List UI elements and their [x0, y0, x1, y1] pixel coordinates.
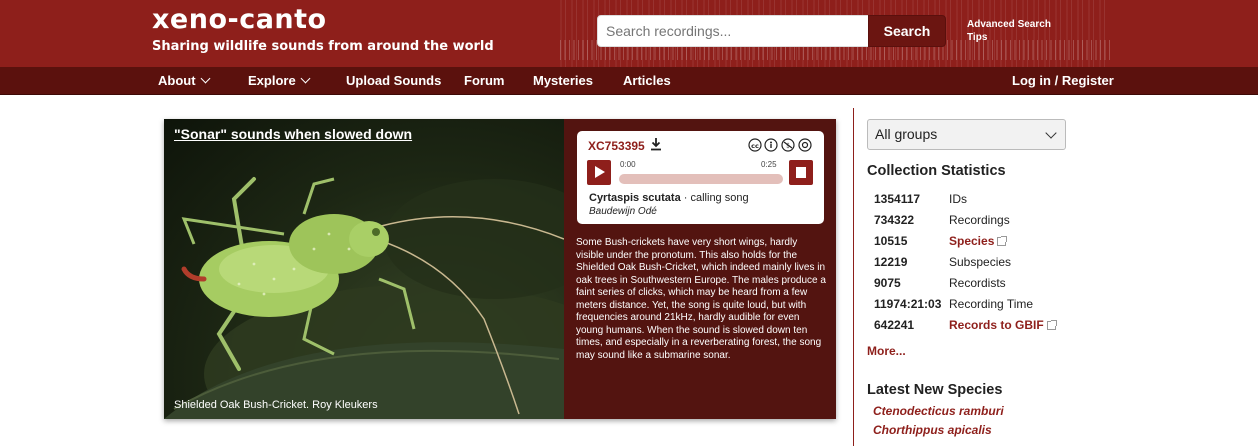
latest-species-heading: Latest New Species — [867, 382, 1003, 398]
species-name-link[interactable]: Cyrtaspis scutata — [589, 192, 681, 204]
nav-forum[interactable]: Forum — [464, 67, 504, 95]
progress-bar[interactable] — [619, 174, 783, 184]
stat-label: Subspecies — [949, 255, 1012, 269]
main-nav: About Explore Upload Sounds Forum Myster… — [0, 67, 1258, 95]
group-select-value: All groups — [875, 126, 938, 142]
stat-value: 642241 — [874, 318, 915, 332]
chevron-down-icon — [200, 73, 210, 84]
play-button[interactable] — [587, 160, 611, 185]
external-link-icon — [1046, 320, 1057, 330]
nav-upload-sounds[interactable]: Upload Sounds — [346, 67, 441, 95]
stats-heading: Collection Statistics — [867, 163, 1006, 179]
stat-label: Species — [949, 234, 995, 248]
feature-title[interactable]: "Sonar" sounds when slowed down — [174, 126, 412, 142]
species-stat-link[interactable]: Species — [949, 234, 1008, 248]
nav-login-register[interactable]: Log in / Register — [1012, 67, 1114, 95]
external-link-icon — [997, 236, 1008, 246]
chevron-down-icon — [1045, 127, 1057, 139]
species-line: Cyrtaspis scutata · calling song — [589, 192, 749, 204]
featured-recording: "Sonar" sounds when slowed down Shielded… — [164, 119, 836, 419]
svg-text:$: $ — [786, 143, 790, 150]
nav-mysteries[interactable]: Mysteries — [533, 67, 593, 95]
time-end: 0:25 — [761, 160, 777, 169]
photo-caption: Shielded Oak Bush-Cricket. Roy Kleukers — [174, 399, 378, 411]
gbif-stat-link[interactable]: Records to GBIF — [949, 318, 1057, 332]
stat-label: Records to GBIF — [949, 318, 1044, 332]
latest-species-link[interactable]: Ctenodecticus ramburi — [873, 404, 1004, 418]
nav-about[interactable]: About — [158, 67, 210, 95]
group-select[interactable]: All groups — [867, 119, 1066, 150]
svg-text:cc: cc — [751, 142, 759, 150]
nav-explore[interactable]: Explore — [248, 67, 311, 95]
stat-value: 1354117 — [874, 192, 921, 206]
recordist-name[interactable]: Baudewijn Odé — [589, 206, 657, 217]
stat-value: 9075 — [874, 276, 901, 290]
stat-label: Recordists — [949, 276, 1006, 290]
sidebar-divider — [853, 108, 854, 446]
site-tagline: Sharing wildlife sounds from around the … — [152, 39, 494, 54]
stat-value: 10515 — [874, 234, 908, 248]
stat-value: 734322 — [874, 213, 915, 227]
time-start: 0:00 — [620, 160, 636, 169]
audio-player: XC753395 cc $ 0:00 0:25 Cyrtaspis scutat… — [577, 131, 824, 224]
advanced-search-link[interactable]: Advanced Search — [967, 18, 1051, 31]
more-stats-link[interactable]: More... — [867, 344, 906, 358]
stat-label: Recordings — [949, 213, 1010, 227]
advanced-search-links: Advanced Search Tips — [967, 18, 1051, 44]
download-icon[interactable] — [650, 137, 662, 151]
featured-photo: "Sonar" sounds when slowed down Shielded… — [164, 119, 564, 419]
sound-type: · calling song — [680, 192, 749, 204]
nav-about-label: About — [158, 73, 196, 88]
chevron-down-icon — [300, 73, 311, 84]
search-button[interactable]: Search — [868, 15, 946, 47]
recording-id-link[interactable]: XC753395 — [588, 139, 645, 153]
nav-explore-label: Explore — [248, 73, 296, 88]
stat-label: Recording Time — [949, 297, 1034, 311]
tips-link[interactable]: Tips — [967, 31, 1051, 44]
stat-value: 12219 — [874, 255, 908, 269]
stop-button[interactable] — [789, 160, 813, 185]
stat-value: 11974:21:03 — [874, 297, 942, 311]
latest-species-link[interactable]: Chorthippus apicalis — [873, 423, 992, 437]
feature-description: Some Bush-crickets have very short wings… — [576, 237, 826, 361]
bush-cricket-image — [164, 177, 564, 419]
stat-label: IDs — [949, 192, 967, 206]
nav-articles[interactable]: Articles — [623, 67, 671, 95]
search-input[interactable] — [597, 15, 869, 47]
license-icons[interactable]: cc $ — [748, 138, 812, 152]
site-logo[interactable]: xeno-canto — [152, 4, 327, 35]
